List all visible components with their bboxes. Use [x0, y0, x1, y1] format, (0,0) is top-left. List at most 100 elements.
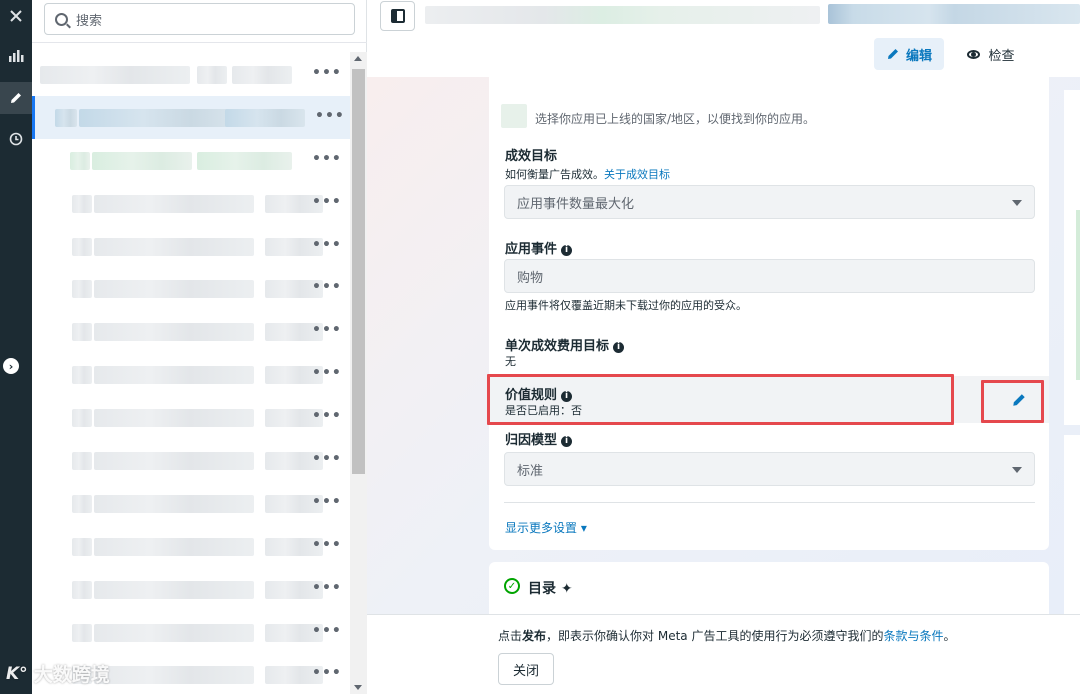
tree-row-label [94, 580, 254, 599]
performance-goal-label: 成效目标 [505, 149, 558, 164]
tree-row[interactable]: ••• [32, 439, 350, 482]
chevron-down-icon [1012, 200, 1022, 206]
tree-row[interactable]: ••• [32, 310, 350, 353]
info-icon[interactable]: i [561, 436, 573, 447]
performance-goal-desc: 如何衡量广告成效。关于成效目标 [505, 168, 670, 181]
app-event-helper: 应用事件将仅覆盖近期未下载过你的应用的受众。 [505, 299, 747, 312]
more-options-icon[interactable]: ••• [312, 623, 342, 639]
scroll-up-icon[interactable] [354, 56, 362, 61]
tree-row-label [92, 151, 192, 170]
tree-row-label [55, 108, 77, 127]
more-options-icon[interactable]: ••• [312, 151, 342, 167]
performance-goal-link[interactable]: 关于成效目标 [604, 168, 670, 181]
tree-row[interactable]: ••• [32, 396, 350, 439]
tree-row-label [94, 280, 254, 299]
app-event-label-row: 应用事件 i [505, 238, 573, 257]
tree-row-label [197, 151, 292, 170]
tree-row-label [94, 494, 254, 513]
edit-pencil-icon[interactable] [0, 82, 32, 114]
location-hint: 选择你应用已上线的国家/地区，以便找到你的应用。 [535, 112, 816, 126]
more-options-icon[interactable]: ••• [315, 108, 345, 124]
search-icon [55, 12, 68, 26]
more-options-icon[interactable]: ••• [312, 237, 342, 253]
tree-row[interactable]: ••• [32, 225, 350, 268]
tree-row[interactable]: ••• [32, 353, 350, 396]
edit-label: 编辑 [905, 48, 932, 64]
tree-row-label [72, 580, 92, 599]
edit-mode-button[interactable]: 编辑 [874, 38, 944, 70]
clock-icon[interactable] [0, 123, 32, 155]
performance-goal-value: 应用事件数量最大化 [517, 196, 635, 212]
review-label: 检查 [988, 48, 1015, 64]
pencil-icon [887, 49, 898, 59]
more-options-icon[interactable]: ••• [312, 365, 342, 381]
tree-row-label [94, 194, 254, 213]
attribution-label-row: 归因模型 i [505, 429, 573, 448]
close-icon[interactable] [0, 0, 32, 32]
more-options-icon[interactable]: ••• [312, 322, 342, 338]
tree-row-label [94, 409, 254, 428]
campaign-tree-panel: 搜索 ••• ••• ••• ••• ••• ••• ••• ••• ••• ••• ••• ••• •… [32, 0, 367, 694]
tree-row[interactable]: ••• [32, 611, 350, 654]
tree-row-label [40, 66, 190, 84]
tree-row[interactable]: ••• [32, 482, 350, 525]
panel-toggle-button[interactable] [380, 1, 415, 31]
highlight-box [981, 380, 1044, 423]
cost-per-result-value: 无 [505, 355, 516, 368]
chevron-down-icon [1012, 467, 1022, 473]
review-mode-button[interactable]: 检查 [956, 38, 1026, 70]
terms-link[interactable]: 条款与条件 [883, 629, 943, 643]
attribution-select[interactable]: 标准 [504, 452, 1035, 486]
app-event-field[interactable]: 购物 [504, 259, 1035, 293]
tree-row-label [232, 66, 292, 84]
tree-row[interactable]: ••• [32, 525, 350, 568]
more-options-icon[interactable]: ••• [312, 537, 342, 553]
tree-row[interactable]: ••• [32, 267, 350, 310]
info-icon[interactable]: i [561, 245, 573, 256]
expand-chevron-icon[interactable]: › [3, 358, 19, 374]
left-rail: › [0, 0, 32, 694]
tree-row-label [72, 409, 92, 428]
more-options-icon[interactable]: ••• [312, 279, 342, 295]
show-more-settings-link[interactable]: 显示更多设置 ▾ [505, 519, 587, 536]
chart-icon[interactable] [0, 40, 32, 72]
more-options-icon[interactable]: ••• [312, 194, 342, 210]
more-options-icon[interactable]: ••• [312, 65, 342, 81]
tree-row[interactable]: ••• [32, 139, 350, 182]
performance-goal-select[interactable]: 应用事件数量最大化 [504, 185, 1035, 219]
tree-row-label [94, 237, 254, 256]
tree-row-label [79, 108, 239, 127]
sparkle-icon: ✦ [560, 581, 573, 597]
more-options-icon[interactable]: ••• [312, 494, 342, 510]
search-input[interactable]: 搜索 [44, 3, 355, 35]
sidebar-toggle-icon [390, 9, 405, 23]
search-placeholder: 搜索 [76, 13, 103, 29]
more-options-icon[interactable]: ••• [312, 580, 342, 596]
tree-row-label [72, 280, 92, 299]
tree-row[interactable]: ••• [32, 182, 350, 225]
breadcrumb [425, 6, 820, 24]
more-options-icon[interactable]: ••• [312, 408, 342, 424]
tree-row-label [94, 666, 254, 685]
more-options-icon[interactable]: ••• [312, 665, 342, 681]
ad-name-field [828, 4, 1080, 24]
scroll-down-icon[interactable] [354, 685, 362, 690]
side-panel-card [1064, 435, 1080, 615]
more-options-icon[interactable]: ••• [312, 451, 342, 467]
tree-row-label [94, 537, 254, 556]
tree-row-label [72, 323, 92, 342]
tree-row[interactable]: ••• [32, 53, 350, 96]
tree-row-label [72, 623, 92, 642]
info-icon[interactable]: i [613, 342, 625, 353]
tree-row[interactable]: ••• [32, 568, 350, 611]
tree-row-label [70, 151, 90, 170]
tree-row-selected[interactable]: ••• [32, 95, 350, 139]
app-event-value: 购物 [517, 270, 544, 286]
close-button[interactable]: 关闭 [498, 653, 554, 685]
catalog-card [489, 562, 1049, 622]
scrollbar[interactable] [350, 52, 367, 694]
watermark-logo: K° 大数跨境 [6, 663, 110, 687]
caret-down-icon: ▾ [580, 521, 587, 535]
side-panel-accent [1076, 210, 1080, 380]
scrollbar-thumb[interactable] [352, 69, 365, 474]
